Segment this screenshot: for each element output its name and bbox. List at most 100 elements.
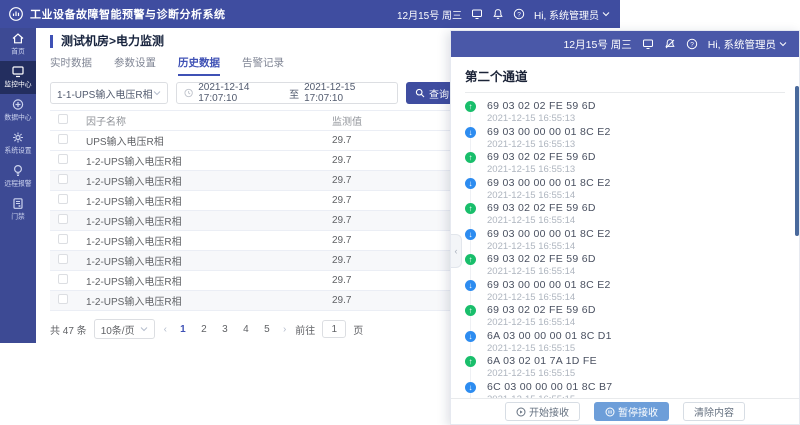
message-timeline: 69 03 02 02 FE 59 6D2021-12-15 16:55:13 … [465,100,785,406]
date-start: 2021-12-14 17:07:10 [198,82,284,104]
log-entry: 69 03 00 00 00 01 8C E22021-12-15 16:55:… [465,126,785,152]
pause-receive-button[interactable]: 暂停接收 [594,402,669,421]
date-join: 至 [289,86,299,101]
sidebar: 首页 监控中心 数据中心 系统设置 远程报警 门禁 [0,28,36,343]
page-button-1[interactable]: 1 [176,324,190,335]
message-icon[interactable] [642,38,654,50]
log-entry: 6A 03 02 01 7A 1D FE2021-12-15 16:55:15 [465,355,785,381]
svg-text:?: ? [517,11,521,18]
user-menu[interactable]: Hi, 系统管理员 [708,37,787,52]
row-checkbox[interactable] [58,294,68,304]
tab-alarm-records[interactable]: 告警记录 [242,55,284,76]
help-circle-icon[interactable]: ? [513,8,525,20]
pause-circle-icon [605,407,615,417]
select-all-checkbox[interactable] [58,114,68,124]
main-topbar-right: 12月15号 周三 ? Hi, 系统管理员 [397,7,610,22]
main-topbar: 工业设备故障智能预警与诊断分析系统 12月15号 周三 ? Hi, 系统管理员 [0,0,620,28]
log-entry: 69 03 02 02 FE 59 6D2021-12-15 16:55:13 [465,100,785,126]
sidebar-item-door-access[interactable]: 门禁 [0,193,36,226]
sent-up-arrow-icon [465,356,476,367]
chevron-down-icon [140,326,148,332]
scrollbar-thumb[interactable] [795,86,799,236]
data-center-icon [11,98,25,111]
sidebar-item-home[interactable]: 首页 [0,28,36,61]
app-title: 工业设备故障智能预警与诊断分析系统 [30,6,226,22]
received-down-arrow-icon [465,382,476,393]
chevron-down-icon [602,11,610,17]
log-entry: 69 03 02 02 FE 59 6D2021-12-15 16:55:13 [465,151,785,177]
chevron-down-icon [153,90,161,96]
date-text: 12月15号 周三 [563,37,631,52]
goto-label: 前往 [295,322,315,337]
log-entry: 69 03 02 02 FE 59 6D2021-12-15 16:55:14 [465,202,785,228]
log-entry: 69 03 00 00 00 01 8C E22021-12-15 16:55:… [465,228,785,254]
channel-title: 第二个通道 [465,57,785,93]
row-checkbox[interactable] [58,254,68,264]
page-button-2[interactable]: 2 [197,324,211,335]
row-checkbox[interactable] [58,174,68,184]
bell-muted-icon[interactable] [664,38,676,50]
sent-up-arrow-icon [465,203,476,214]
tab-history-data[interactable]: 历史数据 [178,55,220,76]
monitor-icon [11,65,25,78]
log-entry: 69 03 00 00 00 01 8C E22021-12-15 16:55:… [465,279,785,305]
received-down-arrow-icon [465,280,476,291]
goto-page-input[interactable] [322,320,346,338]
sent-up-arrow-icon [465,152,476,163]
row-checkbox[interactable] [58,154,68,164]
factor-select[interactable]: 1-1-UPS输入电压R相 [50,82,168,104]
screen: 工业设备故障智能预警与诊断分析系统 12月15号 周三 ? Hi, 系统管理员 … [0,0,800,425]
per-page-select[interactable]: 10条/页 [94,319,155,339]
prev-page-button[interactable]: ‹ [162,324,169,335]
row-checkbox[interactable] [58,274,68,284]
sidebar-item-monitor-center[interactable]: 监控中心 [0,61,36,94]
clock-icon [184,88,193,98]
column-header-factor-name: 因子名称 [86,111,332,131]
received-down-arrow-icon [465,229,476,240]
sent-up-arrow-icon [465,305,476,316]
app-logo-icon [8,6,24,22]
svg-text:?: ? [690,41,694,48]
row-checkbox[interactable] [58,214,68,224]
total-count: 共 47 条 [50,322,87,337]
play-circle-icon [516,407,526,417]
tab-parameter-settings[interactable]: 参数设置 [114,55,156,76]
sent-up-arrow-icon [465,101,476,112]
user-menu[interactable]: Hi, 系统管理员 [534,7,610,22]
channel-panel: 12月15号 周三 ? Hi, 系统管理员 第二个通道 69 03 02 02 … [450,30,800,425]
message-icon[interactable] [471,8,483,20]
next-page-button[interactable]: › [281,324,288,335]
panel-collapse-handle[interactable]: ‹ [451,234,462,268]
row-checkbox[interactable] [58,234,68,244]
help-circle-icon[interactable]: ? [686,38,698,50]
page-button-5[interactable]: 5 [260,324,274,335]
date-range-input[interactable]: 2021-12-14 17:07:10 至 2021-12-15 17:07:1… [176,82,398,104]
sidebar-item-system-settings[interactable]: 系统设置 [0,127,36,160]
received-down-arrow-icon [465,331,476,342]
sent-up-arrow-icon [465,254,476,265]
page-button-3[interactable]: 3 [218,324,232,335]
received-down-arrow-icon [465,127,476,138]
start-receive-button[interactable]: 开始接收 [505,402,580,421]
tab-realtime-data[interactable]: 实时数据 [50,55,92,76]
date-text: 12月15号 周三 [397,7,462,22]
user-name: Hi, 系统管理员 [708,37,776,52]
bell-icon[interactable] [492,8,504,20]
sidebar-item-data-center[interactable]: 数据中心 [0,94,36,127]
alarm-bulb-icon [11,164,25,177]
panel-footer: 开始接收 暂停接收 清除内容 [451,398,799,424]
sidebar-item-remote-alarm[interactable]: 远程报警 [0,160,36,193]
page-button-4[interactable]: 4 [239,324,253,335]
row-checkbox[interactable] [58,134,68,144]
gear-icon [11,131,25,144]
door-access-icon [11,197,25,210]
date-end: 2021-12-15 17:07:10 [304,82,390,104]
received-down-arrow-icon [465,178,476,189]
row-checkbox[interactable] [58,194,68,204]
search-icon [415,88,425,98]
clear-content-button[interactable]: 清除内容 [683,402,745,421]
factor-select-value: 1-1-UPS输入电压R相 [57,86,153,101]
chevron-down-icon [779,41,787,47]
log-entry: 69 03 02 02 FE 59 6D2021-12-15 16:55:14 [465,304,785,330]
user-name: Hi, 系统管理员 [534,7,599,22]
